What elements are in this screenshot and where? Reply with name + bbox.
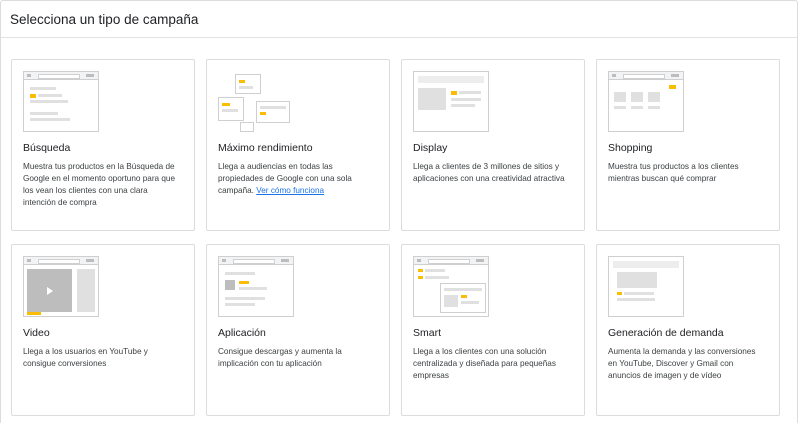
play-icon [46,286,53,295]
shopping-listing-illustration [608,71,684,132]
campaign-card-shopping[interactable]: Shopping Muestra tus productos a los cli… [596,59,780,231]
card-description: Llega a audiencias en todas las propieda… [218,162,352,195]
card-title: Generación de demanda [608,327,724,339]
card-description: Aumenta la demanda y las conversiones en… [608,347,756,380]
page-title: Selecciona un tipo de campaña [10,12,199,27]
card-title: Aplicación [218,327,266,339]
card-description: Llega a los clientes con una solución ce… [413,347,556,380]
card-title: Búsqueda [23,142,71,154]
demand-gen-illustration [608,256,684,317]
campaign-card-display[interactable]: Display Llega a clientes de 3 millones d… [401,59,585,231]
campaign-type-panel: Selecciona un tipo de campaña Búsqueda M… [0,0,798,423]
ver-como-funciona-link[interactable]: Ver cómo funciona [256,186,324,195]
panel-header: Selecciona un tipo de campaña [1,1,797,38]
campaign-card-smart[interactable]: Smart Llega a los clientes con una soluc… [401,244,585,416]
multi-channel-illustration [218,71,294,132]
card-description: Muestra tus productos en la Búsqueda de … [23,162,176,207]
card-title: Shopping [608,142,653,154]
campaign-card-busqueda[interactable]: Búsqueda Muestra tus productos en la Bús… [11,59,195,231]
card-description: Llega a los usuarios en YouTube y consig… [23,347,148,368]
card-description: Consigue descargas y aumenta la implicac… [218,347,342,368]
display-ad-illustration [413,71,489,132]
search-results-illustration [23,71,99,132]
campaign-card-aplicacion[interactable]: Aplicación Consigue descargas y aumenta … [206,244,390,416]
smart-campaign-illustration [413,256,489,317]
campaign-card-generacion-de-demanda[interactable]: Generación de demanda Aumenta la demanda… [596,244,780,416]
card-title: Máximo rendimiento [218,142,313,154]
card-description: Llega a clientes de 3 millones de sitios… [413,162,565,183]
campaign-card-video[interactable]: Video Llega a los usuarios en YouTube y … [11,244,195,416]
campaign-card-maximo-rendimiento[interactable]: Máximo rendimiento Llega a audiencias en… [206,59,390,231]
card-title: Display [413,142,448,154]
video-player-illustration [23,256,99,317]
card-title: Smart [413,327,442,339]
card-title: Video [23,327,50,339]
card-description: Muestra tus productos a los clientes mie… [608,162,739,183]
app-install-illustration [218,256,294,317]
